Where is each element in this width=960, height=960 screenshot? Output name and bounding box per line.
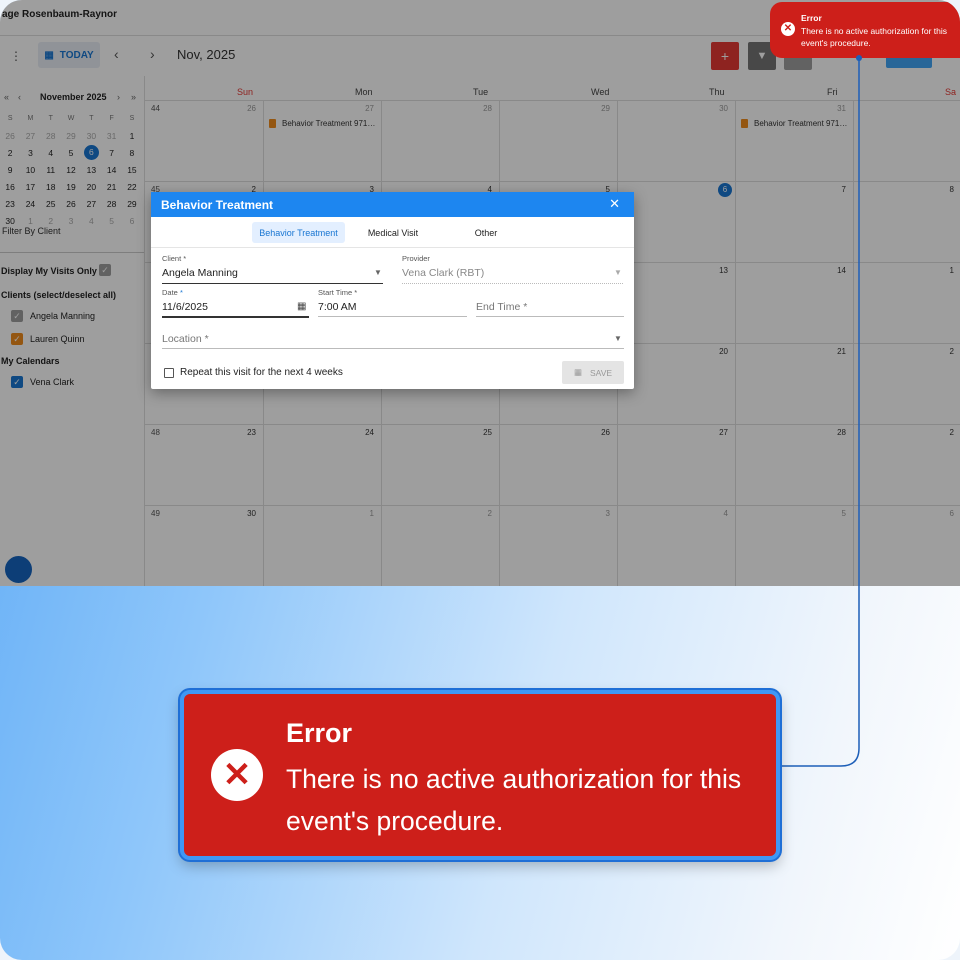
start-time-label: Start Time *: [318, 288, 358, 297]
end-time-input[interactable]: End Time *: [476, 301, 527, 313]
client-field-label: Client *: [162, 254, 187, 263]
tab-behavior-treatment[interactable]: Behavior Treatment: [252, 222, 345, 243]
error-callout: ✕ Error There is no active authorization…: [180, 690, 780, 860]
close-icon[interactable]: ✕: [609, 196, 620, 212]
error-icon: ✕: [211, 749, 263, 801]
save-label: SAVE: [589, 367, 613, 378]
dialog-title: Behavior Treatment: [161, 198, 274, 212]
tab-other[interactable]: Other: [461, 222, 511, 243]
date-input[interactable]: 11/6/2025: [162, 301, 208, 313]
dialog-tabs: Behavior Treatment Medical Visit Other: [151, 222, 634, 248]
date-required-mark: *: [179, 288, 183, 297]
date-label-text: Date: [162, 288, 178, 297]
calendar-icon[interactable]: ▦: [297, 301, 306, 312]
callout-title: Error: [286, 718, 353, 748]
save-button[interactable]: ▦ SAVE: [562, 361, 624, 384]
app-screenshot: age Rosenbaum-Raynor ⋮ ▦ TODAY ‹ › Nov, …: [0, 0, 960, 586]
error-toast[interactable]: ✕ Error There is no active authorization…: [770, 2, 960, 58]
chevron-down-icon[interactable]: ▼: [614, 268, 622, 277]
provider-field-label: Provider: [402, 254, 430, 263]
event-dialog: Behavior Treatment ✕ Behavior Treatment …: [151, 192, 634, 389]
toast-title: Error: [801, 13, 822, 23]
screenshot-frame: age Rosenbaum-Raynor ⋮ ▦ TODAY ‹ › Nov, …: [0, 0, 960, 960]
toast-message: There is no active authorization for thi…: [801, 26, 947, 48]
repeat-checkbox[interactable]: [164, 368, 174, 378]
calendar-icon: ▦: [573, 367, 582, 377]
repeat-label: Repeat this visit for the next 4 weeks: [180, 367, 343, 378]
chevron-down-icon[interactable]: ▼: [614, 334, 622, 343]
tab-medical-visit[interactable]: Medical Visit: [355, 222, 431, 243]
callout-message: There is no active authorization for thi…: [286, 764, 742, 836]
location-underline: [162, 348, 624, 349]
error-icon: ✕: [781, 22, 795, 36]
date-field-label: Date *: [162, 288, 183, 297]
end-time-underline: [476, 316, 624, 317]
start-time-underline: [318, 316, 467, 317]
location-select[interactable]: Location *: [162, 333, 209, 345]
date-field-underline: [162, 316, 309, 318]
chevron-down-icon[interactable]: ▼: [374, 268, 382, 277]
provider-select[interactable]: Vena Clark (RBT): [402, 267, 484, 279]
provider-field-underline: [402, 283, 623, 284]
dialog-header: Behavior Treatment ✕: [151, 192, 634, 217]
start-time-input[interactable]: 7:00 AM: [318, 301, 357, 313]
client-field-underline: [162, 283, 383, 284]
client-select[interactable]: Angela Manning: [162, 267, 238, 279]
